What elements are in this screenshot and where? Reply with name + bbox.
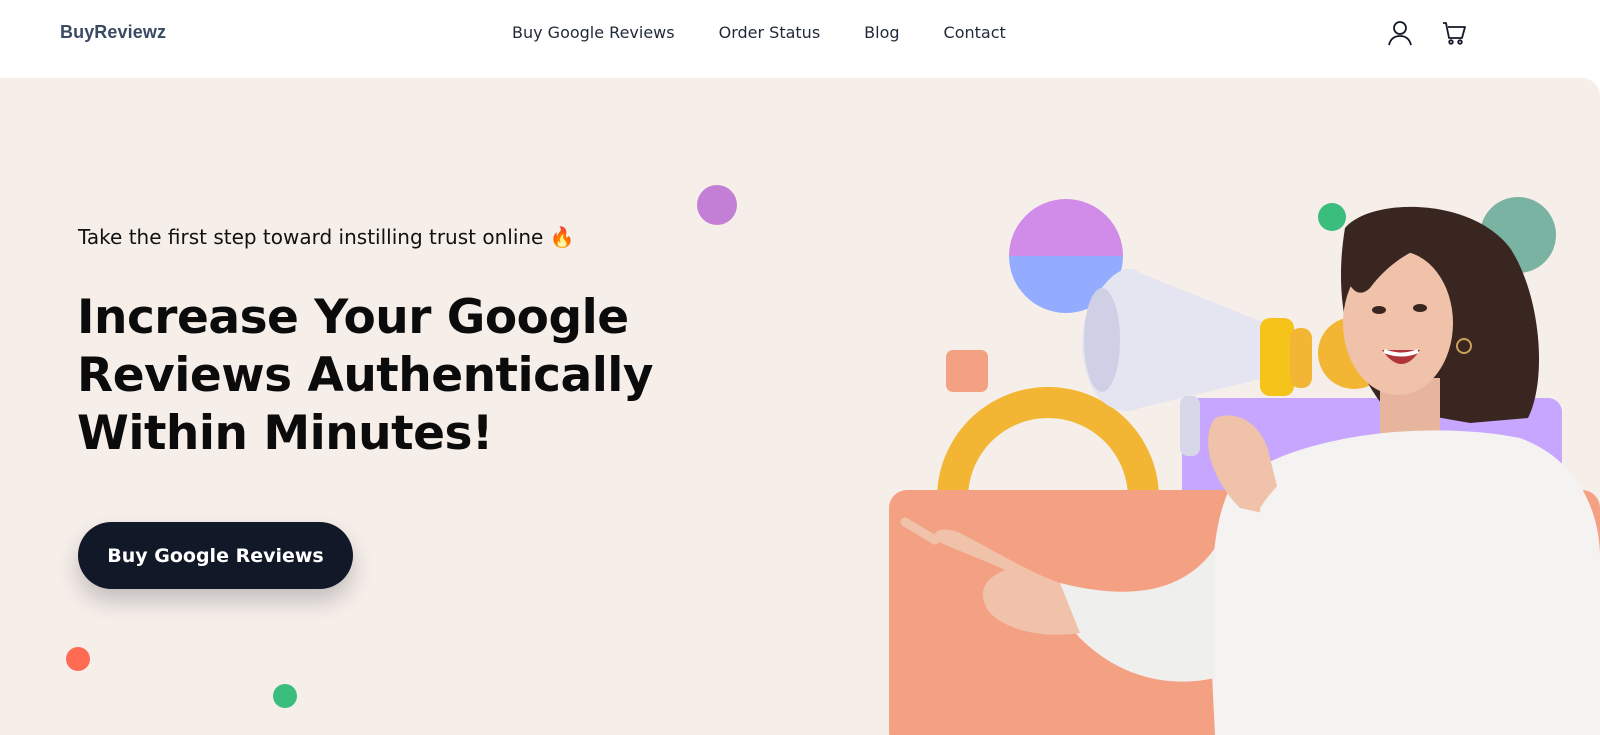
buy-google-reviews-button[interactable]: Buy Google Reviews — [78, 522, 353, 589]
nav-link-order-status[interactable]: Order Status — [719, 23, 821, 42]
nav-link-buy-google-reviews[interactable]: Buy Google Reviews — [512, 23, 675, 42]
hero-section: Take the first step toward instilling tr… — [0, 78, 1600, 735]
decor-dot-orchid — [697, 185, 737, 225]
top-navbar: BuyReviewz Buy Google Reviews Order Stat… — [0, 0, 1600, 78]
headline-line-1: Increase Your Google — [77, 290, 629, 345]
hero-headline: Increase Your Google Reviews Authentical… — [77, 289, 717, 463]
decor-dot-green-left — [273, 684, 297, 708]
headline-line-2: Reviews Authentically — [77, 348, 654, 403]
fire-icon: 🔥 — [549, 225, 575, 249]
user-icon[interactable] — [1386, 19, 1414, 47]
hero-eyebrow-text: Take the first step toward instilling tr… — [78, 225, 544, 249]
header-actions — [1386, 19, 1468, 47]
nav-link-blog[interactable]: Blog — [864, 23, 899, 42]
brand-logo[interactable]: BuyReviewz — [60, 22, 166, 43]
decor-dot-red — [66, 647, 90, 671]
cart-icon[interactable] — [1440, 19, 1468, 47]
hero-eyebrow: Take the first step toward instilling tr… — [78, 225, 575, 249]
main-nav: Buy Google Reviews Order Status Blog Con… — [512, 23, 1050, 42]
decor-square-salmon — [946, 350, 988, 392]
nav-link-contact[interactable]: Contact — [944, 23, 1006, 42]
headline-line-3: Within Minutes! — [77, 406, 493, 461]
decor-dot-green-right — [1318, 203, 1346, 231]
